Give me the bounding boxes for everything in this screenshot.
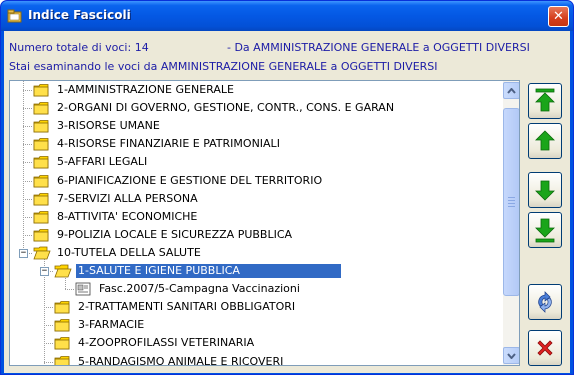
tree-item[interactable]: 7-SERVIZI ALLA PERSONA <box>10 190 519 208</box>
tree-item-label: 3-RISORSE UMANE <box>57 119 160 133</box>
tree-item-label: 6-PIANIFICAZIONE E GESTIONE DEL TERRITOR… <box>57 173 323 187</box>
tree-item-label: 8-ATTIVITA' ECONOMICHE <box>57 209 198 223</box>
refresh-icon <box>538 291 552 313</box>
range-label: - Da AMMINISTRAZIONE GENERALE a OGGETTI … <box>227 41 530 54</box>
delete-icon <box>537 340 553 356</box>
folder-closed-icon <box>33 119 49 133</box>
tree-item[interactable]: 5-RANDAGISMO ANIMALE E RICOVERI <box>10 353 519 366</box>
scroll-thumb[interactable] <box>503 108 519 296</box>
scroll-up-button[interactable] <box>503 82 519 99</box>
tree-item[interactable]: 6-PIANIFICAZIONE E GESTIONE DEL TERRITOR… <box>10 172 519 190</box>
tree-item[interactable]: 1-AMMINISTRAZIONE GENERALE <box>10 81 519 99</box>
tree-item[interactable]: 3-FARMACIE <box>10 316 519 334</box>
close-button[interactable]: ✕ <box>548 6 569 27</box>
tree-item-label: 3-FARMACIE <box>78 318 145 332</box>
folder-closed-icon <box>33 155 49 169</box>
tree-item-label: 9-POLIZIA LOCALE E SICUREZZA PUBBLICA <box>57 227 293 241</box>
tree-item[interactable]: 2-ORGANI DI GOVERNO, GESTIONE, CONTR., C… <box>10 99 519 117</box>
title-bar[interactable]: Indice Fascicoli ✕ <box>1 1 573 31</box>
tree-item[interactable]: 5-AFFARI LEGALI <box>10 153 519 171</box>
tree-item[interactable]: 4-RISORSE FINANZIARIE E PATRIMONIALI <box>10 135 519 153</box>
move-to-top-button[interactable] <box>528 83 562 119</box>
tree-item[interactable]: 9-POLIZIA LOCALE E SICUREZZA PUBBLICA <box>10 226 519 244</box>
tree-item[interactable]: − 10-TUTELA DELLA SALUTE <box>10 244 519 262</box>
arrow-up-top-icon <box>535 88 555 112</box>
folder-closed-icon <box>54 300 70 314</box>
folder-closed-icon <box>33 101 49 115</box>
chevron-down-icon <box>507 352 516 359</box>
folder-closed-icon <box>33 228 49 242</box>
tree-item-label: 4-RISORSE FINANZIARIE E PATRIMONIALI <box>57 137 280 151</box>
tree-item-label: 5-AFFARI LEGALI <box>57 155 148 169</box>
arrow-down-bottom-icon <box>535 218 555 243</box>
folder-closed-icon <box>33 192 49 206</box>
folder-closed-icon <box>33 174 49 188</box>
folder-closed-icon <box>33 210 49 224</box>
move-down-button[interactable] <box>528 172 562 208</box>
tree-item[interactable]: Fasc.2007/5-Campagna Vaccinazioni <box>10 280 519 298</box>
move-up-button[interactable] <box>528 123 562 159</box>
chevron-up-icon <box>507 87 516 94</box>
tree-item-label: 4-ZOOPROFILASSI VETERINARIA <box>78 336 255 350</box>
scroll-down-button[interactable] <box>503 347 519 364</box>
app-icon <box>7 9 22 23</box>
examining-label: Stai esaminando le voci da AMMINISTRAZIO… <box>9 60 438 73</box>
folder-closed-icon <box>33 137 49 151</box>
folder-closed-icon <box>54 318 70 332</box>
total-count-label: Numero totale di voci: 14 <box>9 41 149 54</box>
tree-item[interactable]: − 1-SALUTE E IGIENE PUBBLICA <box>10 262 519 280</box>
tree-item-label: 7-SERVIZI ALLA PERSONA <box>57 191 198 205</box>
vertical-scrollbar[interactable] <box>503 81 519 365</box>
document-icon <box>75 282 93 296</box>
dialog-window: Indice Fascicoli ✕ Numero totale di voci… <box>0 0 574 375</box>
arrow-down-icon <box>535 180 555 201</box>
dialog-body: Numero totale di voci: 14 - Da AMMINISTR… <box>4 31 570 373</box>
tree-item[interactable]: 4-ZOOPROFILASSI VETERINARIA <box>10 334 519 352</box>
refresh-button[interactable] <box>528 284 562 320</box>
tree-item-label: 2-ORGANI DI GOVERNO, GESTIONE, CONTR., C… <box>57 101 395 115</box>
delete-button[interactable] <box>528 330 562 366</box>
tree-item[interactable]: 8-ATTIVITA' ECONOMICHE <box>10 208 519 226</box>
close-icon: ✕ <box>553 9 564 24</box>
folder-closed-icon <box>33 83 49 97</box>
tree-item-label: Fasc.2007/5-Campagna Vaccinazioni <box>99 282 300 296</box>
move-to-bottom-button[interactable] <box>528 212 562 248</box>
folder-closed-icon <box>54 355 70 365</box>
tree-item-label: 10-TUTELA DELLA SALUTE <box>57 245 201 259</box>
folder-closed-icon <box>54 336 70 350</box>
collapse-toggle-icon[interactable]: − <box>40 267 49 276</box>
folder-open-icon <box>54 264 72 278</box>
collapse-toggle-icon[interactable]: − <box>19 248 28 258</box>
tree-item[interactable]: 2-TRATTAMENTI SANITARI OBBLIGATORI <box>10 298 519 316</box>
tree-item-label: 1-AMMINISTRAZIONE GENERALE <box>57 83 234 96</box>
tree-view[interactable]: 1-AMMINISTRAZIONE GENERALE 2-ORGANI DI GO… <box>9 80 520 366</box>
tree-item-label: 1-SALUTE E IGIENE PUBBLICA <box>75 263 342 279</box>
arrow-up-icon <box>535 130 555 151</box>
folder-open-icon <box>33 246 51 260</box>
tree-item-label: 5-RANDAGISMO ANIMALE E RICOVERI <box>78 354 284 366</box>
tree-item-label: 2-TRATTAMENTI SANITARI OBBLIGATORI <box>78 300 296 314</box>
tree-item[interactable]: 3-RISORSE UMANE <box>10 117 519 135</box>
window-title: Indice Fascicoli <box>28 8 131 22</box>
